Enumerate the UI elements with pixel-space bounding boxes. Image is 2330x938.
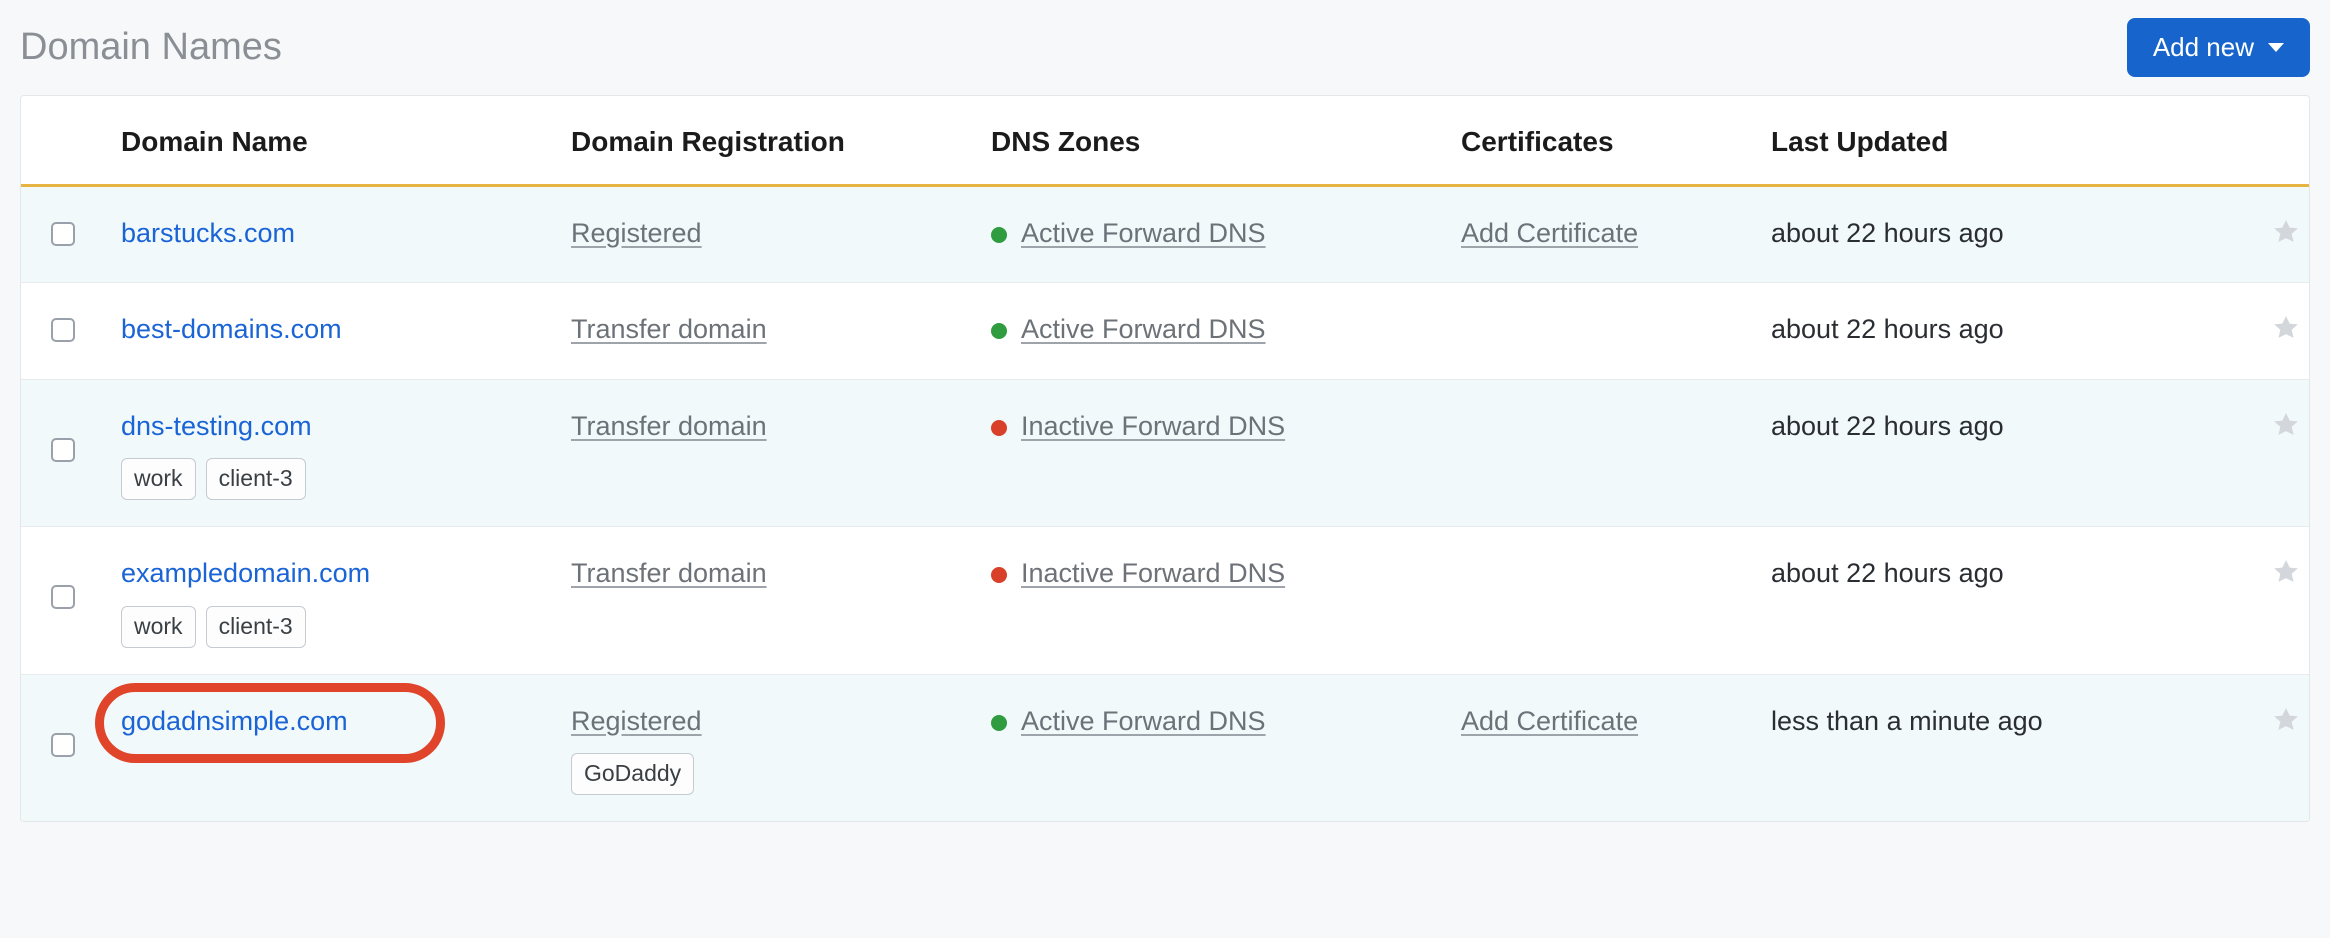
cell-registration: Transfer domain	[561, 283, 981, 379]
domain-tag[interactable]: work	[121, 458, 196, 500]
cell-dns: Inactive Forward DNS	[981, 379, 1451, 526]
table-row: best-domains.com Transfer domain Active Fo…	[21, 283, 2310, 379]
col-domain-name[interactable]: Domain Name	[111, 96, 561, 186]
add-certificate-link[interactable]: Add Certificate	[1461, 706, 1638, 736]
cell-registration: Transfer domain	[561, 527, 981, 674]
domain-tag[interactable]: work	[121, 606, 196, 648]
domain-link[interactable]: exampledomain.com	[121, 558, 370, 588]
dns-status-dot	[991, 420, 1007, 436]
cell-dns: Inactive Forward DNS	[981, 527, 1451, 674]
dns-link[interactable]: Active Forward DNS	[1021, 706, 1266, 736]
domain-link[interactable]: barstucks.com	[121, 218, 295, 248]
registration-link[interactable]: Transfer domain	[571, 558, 767, 588]
dns-link[interactable]: Active Forward DNS	[1021, 218, 1266, 248]
domain-link[interactable]: dns-testing.com	[121, 411, 312, 441]
cell-last-updated: less than a minute ago	[1761, 674, 2231, 821]
col-registration[interactable]: Domain Registration	[561, 96, 981, 186]
add-certificate-link[interactable]: Add Certificate	[1461, 218, 1638, 248]
dns-link[interactable]: Inactive Forward DNS	[1021, 558, 1285, 588]
cell-domain-name: barstucks.com	[111, 186, 561, 283]
cell-certificate	[1451, 283, 1761, 379]
cell-last-updated: about 22 hours ago	[1761, 186, 2231, 283]
cell-domain-name: best-domains.com	[111, 283, 561, 379]
star-icon[interactable]	[2271, 705, 2301, 744]
col-certificates[interactable]: Certificates	[1451, 96, 1761, 186]
row-checkbox[interactable]	[51, 318, 75, 342]
registration-link[interactable]: Registered	[571, 706, 702, 736]
registrar-tag[interactable]: GoDaddy	[571, 753, 694, 795]
table-row: exampledomain.com workclient-3 Transfer do…	[21, 527, 2310, 674]
dns-link[interactable]: Active Forward DNS	[1021, 314, 1266, 344]
star-icon[interactable]	[2271, 410, 2301, 449]
cell-last-updated: about 22 hours ago	[1761, 379, 2231, 526]
dns-link[interactable]: Inactive Forward DNS	[1021, 411, 1285, 441]
cell-registration: Transfer domain	[561, 379, 981, 526]
registration-link[interactable]: Registered	[571, 218, 702, 248]
row-checkbox[interactable]	[51, 585, 75, 609]
dns-status-dot	[991, 323, 1007, 339]
domain-link[interactable]: best-domains.com	[121, 314, 342, 344]
domain-link[interactable]: godadnsimple.com	[121, 706, 348, 736]
cell-domain-name: godadnsimple.com	[111, 674, 561, 821]
row-checkbox[interactable]	[51, 222, 75, 246]
col-star	[2231, 96, 2310, 186]
add-new-label: Add new	[2153, 32, 2254, 63]
cell-dns: Active Forward DNS	[981, 674, 1451, 821]
row-checkbox[interactable]	[51, 733, 75, 757]
chevron-down-icon	[2268, 43, 2284, 52]
cell-dns: Active Forward DNS	[981, 186, 1451, 283]
cell-certificate: Add Certificate	[1451, 186, 1761, 283]
domain-tag[interactable]: client-3	[206, 458, 306, 500]
table-row: godadnsimple.com Registered GoDaddy Active …	[21, 674, 2310, 821]
add-new-button[interactable]: Add new	[2127, 18, 2310, 77]
table-header-row: Domain Name Domain Registration DNS Zone…	[21, 96, 2310, 186]
col-dns[interactable]: DNS Zones	[981, 96, 1451, 186]
registration-link[interactable]: Transfer domain	[571, 411, 767, 441]
col-last-updated[interactable]: Last Updated	[1761, 96, 2231, 186]
cell-domain-name: exampledomain.com workclient-3	[111, 527, 561, 674]
star-icon[interactable]	[2271, 557, 2301, 596]
cell-registration: Registered GoDaddy	[561, 674, 981, 821]
row-checkbox[interactable]	[51, 438, 75, 462]
domain-table-panel: Domain Name Domain Registration DNS Zone…	[20, 95, 2310, 822]
domain-table: Domain Name Domain Registration DNS Zone…	[21, 96, 2310, 821]
star-icon[interactable]	[2271, 313, 2301, 352]
table-row: dns-testing.com workclient-3 Transfer doma…	[21, 379, 2310, 526]
cell-certificate	[1451, 379, 1761, 526]
table-row: barstucks.com Registered Active Forward DN…	[21, 186, 2310, 283]
page-title: Domain Names	[20, 26, 282, 69]
cell-certificate: Add Certificate	[1451, 674, 1761, 821]
cell-dns: Active Forward DNS	[981, 283, 1451, 379]
dns-status-dot	[991, 715, 1007, 731]
cell-last-updated: about 22 hours ago	[1761, 527, 2231, 674]
cell-certificate	[1451, 527, 1761, 674]
cell-registration: Registered	[561, 186, 981, 283]
cell-last-updated: about 22 hours ago	[1761, 283, 2231, 379]
dns-status-dot	[991, 227, 1007, 243]
domain-tag[interactable]: client-3	[206, 606, 306, 648]
col-checkbox	[21, 96, 111, 186]
registration-link[interactable]: Transfer domain	[571, 314, 767, 344]
dns-status-dot	[991, 567, 1007, 583]
cell-domain-name: dns-testing.com workclient-3	[111, 379, 561, 526]
star-icon[interactable]	[2271, 217, 2301, 256]
